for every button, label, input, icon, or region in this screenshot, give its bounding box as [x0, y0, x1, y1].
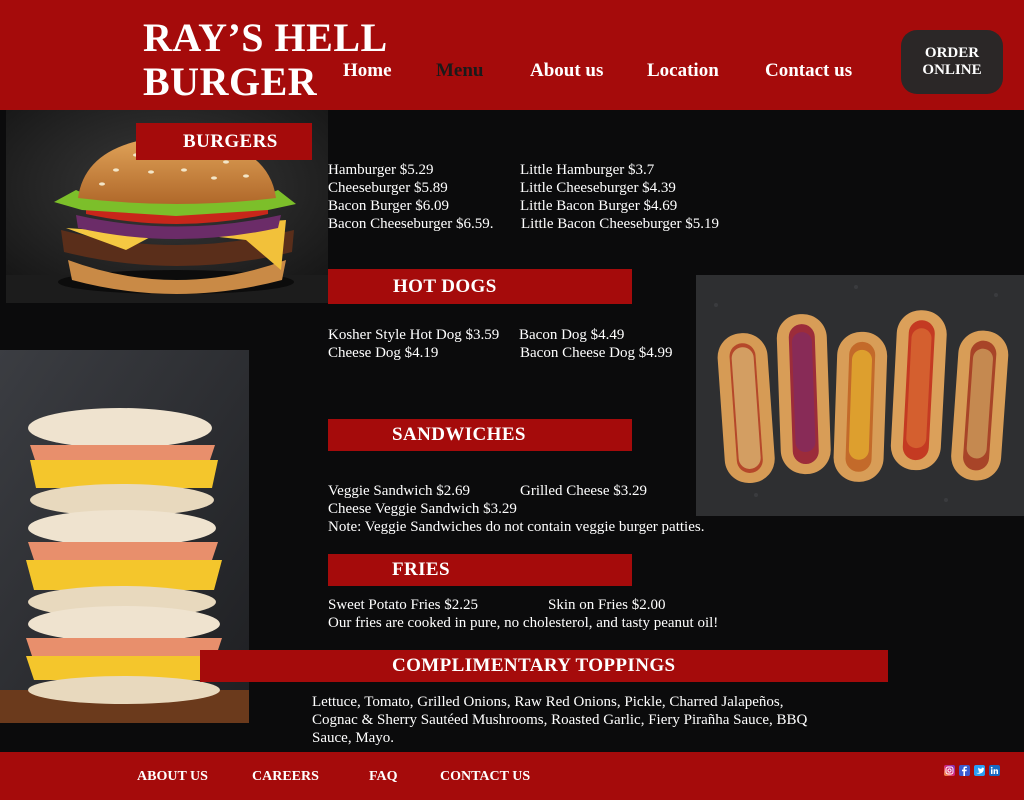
footer-about-us-link[interactable]: ABOUT US: [137, 769, 208, 785]
menu-item: Kosher Style Hot Dog $3.59: [328, 327, 500, 343]
menu-item: Little Bacon Burger $4.69: [520, 198, 678, 214]
instagram-icon[interactable]: [944, 765, 955, 776]
menu-item: Bacon Burger $6.09: [328, 198, 449, 214]
sandwiches-note: Note: Veggie Sandwiches do not contain v…: [328, 519, 705, 535]
menu-item: Cheese Dog $4.19: [328, 345, 439, 361]
burgers-title: BURGERS: [183, 130, 278, 152]
fries-note: Our fries are cooked in pure, no cholest…: [328, 615, 719, 631]
toppings-line: Sauce, Mayo.: [312, 730, 395, 746]
menu-item: Veggie Sandwich $2.69: [328, 483, 471, 499]
footer-careers-link[interactable]: CAREERS: [252, 769, 319, 785]
menu-item: Hamburger $5.29: [328, 162, 434, 178]
menu-item: Sweet Potato Fries $2.25: [328, 597, 478, 613]
hot-dogs-photo: [696, 275, 1024, 516]
brand-line-1: RAY’S HELL: [143, 15, 388, 60]
section-header-sandwiches: SANDWICHES: [328, 419, 632, 451]
nav-about-us[interactable]: About us: [530, 60, 603, 82]
menu-item: Little Cheeseburger $4.39: [520, 180, 676, 196]
sandwiches-title: SANDWICHES: [392, 424, 526, 445]
order-online-line-2: ONLINE: [922, 62, 982, 78]
nav-contact-us[interactable]: Contact us: [765, 60, 852, 82]
toppings-line: Lettuce, Tomato, Grilled Onions, Raw Red…: [312, 694, 784, 710]
nav-menu[interactable]: Menu: [436, 60, 484, 82]
menu-item: Bacon Cheese Dog $4.99: [520, 345, 673, 361]
footer-contact-us-link[interactable]: CONTACT US: [440, 769, 530, 785]
order-online-line-1: ORDER: [924, 45, 980, 61]
section-header-fries: FRIES: [328, 554, 632, 586]
menu-item: Bacon Dog $4.49: [519, 327, 625, 343]
twitter-icon[interactable]: [974, 765, 985, 776]
linkedin-icon[interactable]: [989, 765, 1000, 776]
menu-item: Cheeseburger $5.89: [328, 180, 448, 196]
section-header-burgers: BURGERS: [136, 123, 312, 160]
nav-location[interactable]: Location: [647, 60, 719, 82]
section-header-hot-dogs: HOT DOGS: [328, 269, 632, 304]
toppings-line: Cognac & Sherry Sautéed Mushrooms, Roast…: [312, 712, 808, 728]
fries-title: FRIES: [392, 559, 450, 580]
nav-home[interactable]: Home: [343, 60, 392, 82]
footer-faq-link[interactable]: FAQ: [369, 769, 398, 785]
site-footer: ABOUT US CAREERS FAQ CONTACT US: [0, 752, 1024, 800]
hot-dogs-title: HOT DOGS: [393, 275, 497, 297]
menu-item: Grilled Cheese $3.29: [520, 483, 648, 499]
order-online-button[interactable]: ORDER ONLINE: [901, 30, 1003, 94]
menu-item: Cheese Veggie Sandwich $3.29: [328, 501, 517, 517]
menu-item: Bacon Cheeseburger $6.59.: [328, 216, 494, 232]
menu-item: Little Hamburger $3.7: [520, 162, 655, 178]
menu-item: Little Bacon Cheeseburger $5.19: [521, 216, 720, 232]
menu-item: Skin on Fries $2.00: [548, 597, 666, 613]
section-header-complimentary-toppings: COMPLIMENTARY TOPPINGS: [200, 650, 888, 682]
toppings-title: COMPLIMENTARY TOPPINGS: [392, 655, 676, 676]
site-header: RAY’S HELL BURGER Home Menu About us Loc…: [0, 0, 1024, 110]
facebook-icon[interactable]: [959, 765, 970, 776]
